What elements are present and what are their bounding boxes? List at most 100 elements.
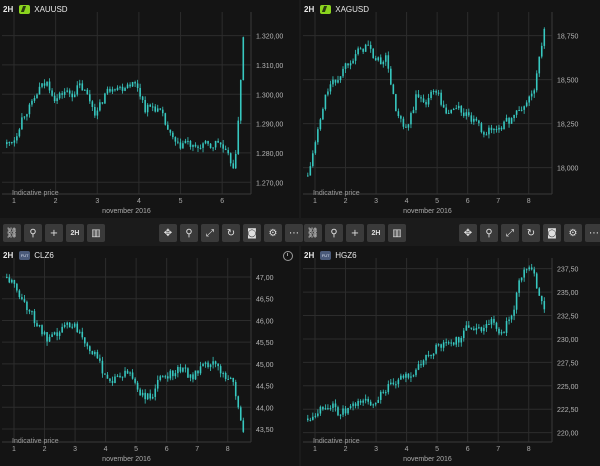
candle bbox=[83, 337, 86, 344]
chart-panel-hgz6[interactable]: 2H HGZ6 1 2 3 4 5 6 7 8 november 2016 237,50 235,0… bbox=[301, 246, 600, 466]
candle bbox=[405, 126, 407, 128]
candle bbox=[480, 327, 483, 332]
candle bbox=[104, 93, 106, 104]
x-tick-label: 5 bbox=[179, 198, 183, 205]
price-chart-svg[interactable]: 1 2 3 4 5 6 november 2016 1.320,00 1.310,00 1.300… bbox=[0, 0, 299, 218]
candle bbox=[68, 90, 71, 94]
candle bbox=[329, 408, 332, 410]
candle bbox=[508, 319, 510, 321]
chart-panel-xagusd[interactable]: 2H XAGUSD 1 2 3 4 5 6 7 8 november 2016 18,750 18,… bbox=[301, 0, 600, 218]
candle bbox=[518, 110, 520, 112]
chart-toolbar-right-a: ✥ ⚲ ⤢ ↻ ◙ ⚙ ⋯ bbox=[159, 224, 303, 244]
candle bbox=[530, 93, 533, 97]
candle bbox=[465, 112, 468, 116]
fullscreen-icon[interactable]: ⤢ bbox=[201, 224, 219, 242]
candle bbox=[322, 406, 324, 410]
candle bbox=[410, 113, 412, 125]
chart-panel-xauusd[interactable]: 2H XAUUSD 1 2 3 4 5 6 november 2016 1.320,00 1.3… bbox=[0, 0, 299, 218]
candle bbox=[322, 109, 324, 120]
magnifier-icon[interactable]: ⚲ bbox=[325, 224, 343, 242]
y-tick-label: 45,00 bbox=[256, 362, 274, 369]
clock-icon[interactable] bbox=[283, 251, 293, 261]
magnifier-icon[interactable]: ⚲ bbox=[480, 224, 498, 242]
candle bbox=[139, 87, 141, 97]
symbol-label[interactable]: CLZ6 bbox=[34, 251, 54, 260]
candle bbox=[317, 413, 319, 416]
link-icon[interactable]: ⛓ bbox=[3, 224, 21, 242]
candle bbox=[36, 323, 38, 327]
plus-icon[interactable]: + bbox=[346, 224, 364, 242]
candle bbox=[86, 343, 89, 347]
candle bbox=[174, 373, 177, 377]
timeframe-button[interactable]: 2H bbox=[66, 224, 84, 242]
timeframe-label: 2H bbox=[304, 250, 315, 260]
candle bbox=[483, 132, 485, 135]
candle bbox=[495, 322, 498, 329]
candle bbox=[38, 325, 41, 327]
candle bbox=[379, 57, 382, 65]
candle bbox=[344, 63, 347, 69]
move-icon[interactable]: ✥ bbox=[459, 224, 477, 242]
x-tick-label: 1 bbox=[313, 446, 317, 453]
candle bbox=[535, 273, 538, 289]
x-tick-label: 2 bbox=[43, 446, 47, 453]
timeframe-button[interactable]: 2H bbox=[367, 224, 385, 242]
plus-icon[interactable]: + bbox=[45, 224, 63, 242]
candles-icon[interactable]: ▥ bbox=[87, 224, 105, 242]
price-chart-svg[interactable]: 1 2 3 4 5 6 7 8 november 2016 18,750 18,500 18,250 1… bbox=[301, 0, 600, 218]
symbol-label[interactable]: HGZ6 bbox=[335, 251, 356, 260]
y-tick-label: 230,00 bbox=[557, 337, 579, 344]
candle bbox=[48, 336, 51, 342]
y-tick-label: 227,50 bbox=[557, 360, 579, 367]
candles-icon[interactable]: ▥ bbox=[388, 224, 406, 242]
refresh-icon[interactable]: ↻ bbox=[522, 224, 540, 242]
camera-icon[interactable]: ◙ bbox=[243, 224, 261, 242]
candle bbox=[144, 392, 146, 400]
timeframe-label: 2H bbox=[3, 250, 14, 260]
y-tick-label: 1.300,00 bbox=[256, 92, 283, 99]
link-icon[interactable]: ⛓ bbox=[304, 224, 322, 242]
indicative-price-label: Indicative price bbox=[12, 190, 59, 197]
candle bbox=[18, 129, 21, 137]
price-chart-svg[interactable]: 1 2 3 4 5 6 7 8 november 2016 47,00 46,50 46,00 45,5… bbox=[0, 246, 299, 466]
candle bbox=[493, 318, 495, 323]
gear-icon[interactable]: ⚙ bbox=[264, 224, 282, 242]
candle bbox=[23, 116, 26, 118]
x-tick-label: 1 bbox=[313, 198, 317, 205]
candle bbox=[222, 144, 224, 149]
candle bbox=[31, 100, 33, 105]
magnifier-icon[interactable]: ⚲ bbox=[180, 224, 198, 242]
fullscreen-icon[interactable]: ⤢ bbox=[501, 224, 519, 242]
candle bbox=[390, 68, 392, 85]
candle bbox=[342, 68, 344, 77]
move-icon[interactable]: ✥ bbox=[159, 224, 177, 242]
candle bbox=[455, 337, 458, 345]
candle bbox=[445, 107, 447, 114]
refresh-icon[interactable]: ↻ bbox=[222, 224, 240, 242]
candle bbox=[99, 102, 101, 111]
silver-spot-icon bbox=[320, 4, 332, 14]
candle bbox=[420, 364, 422, 366]
symbol-label[interactable]: XAUUSD bbox=[34, 5, 67, 14]
candle bbox=[134, 378, 136, 383]
magnifier-icon[interactable]: ⚲ bbox=[24, 224, 42, 242]
gear-icon[interactable]: ⚙ bbox=[564, 224, 582, 242]
more-icon[interactable]: ⋯ bbox=[285, 224, 303, 242]
candle bbox=[490, 127, 493, 131]
chart-panel-clz6[interactable]: 2H CLZ6 1 2 3 4 5 6 7 8 november 2016 47,00 46,50 4… bbox=[0, 246, 299, 466]
symbol-label[interactable]: XAGUSD bbox=[335, 5, 369, 14]
candle bbox=[111, 381, 114, 383]
candle bbox=[199, 366, 202, 374]
candle bbox=[367, 398, 369, 402]
candle bbox=[342, 408, 344, 415]
candle bbox=[457, 105, 460, 109]
price-chart-svg[interactable]: 1 2 3 4 5 6 7 8november 2016237,50235,00232,502… bbox=[301, 246, 600, 466]
candle bbox=[209, 364, 212, 368]
more-icon[interactable]: ⋯ bbox=[585, 224, 600, 242]
x-tick-label: 3 bbox=[95, 198, 99, 205]
candle bbox=[101, 360, 104, 374]
candle bbox=[114, 376, 116, 383]
candle bbox=[141, 392, 144, 396]
camera-icon[interactable]: ◙ bbox=[543, 224, 561, 242]
candle bbox=[513, 114, 515, 119]
